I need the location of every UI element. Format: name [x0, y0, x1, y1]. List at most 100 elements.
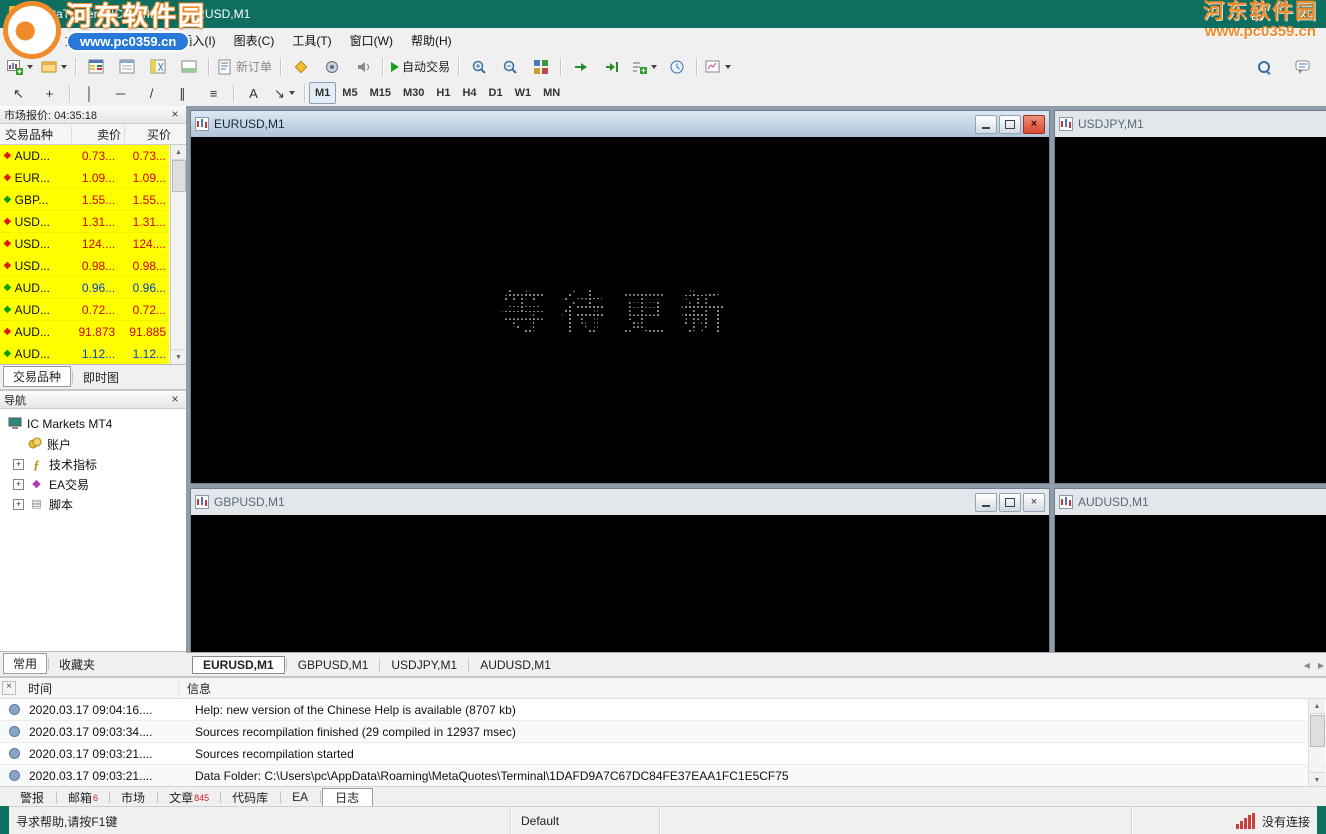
terminal-scrollbar[interactable]: ▲ ▼ [1308, 699, 1325, 787]
tile-windows-button[interactable] [525, 55, 556, 79]
minimize-button[interactable] [1188, 0, 1234, 28]
tab-common[interactable]: 常用 [3, 652, 48, 674]
chart-window-eurusd[interactable]: EURUSD,M1 × 等待更新 [190, 110, 1050, 484]
chat-icon[interactable] [1287, 55, 1318, 79]
market-row[interactable]: ◆ USD... 0.98... 0.98... [0, 255, 169, 277]
navigator-item-accounts[interactable]: 账户 [0, 434, 186, 454]
terminal-tab-articles[interactable]: 文章 845 [159, 788, 219, 807]
market-row[interactable]: ◆ AUD... 0.96... 0.96... [0, 277, 169, 299]
channel-tool-button[interactable]: ∥ [167, 81, 198, 105]
close-icon[interactable]: × [168, 393, 182, 406]
close-icon[interactable]: × [168, 108, 182, 121]
text-tool-button[interactable]: A [238, 81, 269, 105]
zoom-in-button[interactable] [463, 55, 494, 79]
chart-window-usdjpy[interactable]: USDJPY,M1 [1054, 110, 1326, 484]
chart-minimize-button[interactable] [975, 114, 997, 134]
scroll-up-icon[interactable]: ▲ [171, 145, 186, 160]
column-bid[interactable]: 卖价 [71, 125, 124, 143]
navigator-item-experts[interactable]: + ◆ EA交易 [0, 474, 186, 494]
menu-item-tools[interactable]: 工具(T) [283, 29, 340, 52]
column-time[interactable]: 时间 [0, 679, 179, 697]
title-bar[interactable]: MetaTrader 4 IC Markets - EURUSD,M1 × [0, 0, 1326, 28]
cursor-tool-button[interactable]: ↖ [3, 81, 34, 105]
scroll-down-icon[interactable]: ▼ [171, 349, 186, 364]
market-row[interactable]: ◆ GBP... 1.55... 1.55... [0, 189, 169, 211]
add-indicator-button[interactable] [627, 55, 661, 79]
timeframe-m1-button[interactable]: M1 [309, 82, 337, 104]
search-icon[interactable] [1248, 55, 1279, 79]
terminal-close-icon[interactable]: × [2, 681, 16, 695]
market-row[interactable]: ◆ AUD... 0.72... 0.72... [0, 299, 169, 321]
chart-title-bar[interactable]: GBPUSD,M1 × [191, 489, 1049, 515]
market-watch-toggle[interactable] [80, 55, 111, 79]
chart-canvas[interactable] [1055, 515, 1326, 652]
menu-item-insert[interactable]: 插入(I) [171, 29, 224, 52]
chart-close-button[interactable]: × [1023, 114, 1045, 134]
new-order-button[interactable]: 新订单 [213, 55, 276, 79]
tab-symbols[interactable]: 交易品种 [3, 365, 72, 387]
chart-tab-audusd[interactable]: AUDUSD,M1 [470, 656, 561, 674]
market-watch-header[interactable]: 市场报价: 04:35:18 × [0, 106, 186, 124]
chart-window-audusd[interactable]: AUDUSD,M1 [1054, 488, 1326, 652]
terminal-tab-experts[interactable]: EA [282, 789, 319, 805]
column-ask[interactable]: 买价 [124, 125, 174, 143]
chart-title-bar[interactable]: EURUSD,M1 × [191, 111, 1049, 137]
chart-title-bar[interactable]: AUDUSD,M1 [1055, 489, 1326, 515]
new-chart-button[interactable] [3, 55, 37, 79]
market-row[interactable]: ◆ USD... 1.31... 1.31... [0, 211, 169, 233]
chart-close-button[interactable]: × [1023, 492, 1045, 512]
market-watch-scrollbar[interactable]: ▲ ▼ [170, 145, 186, 364]
chart-minimize-button[interactable] [975, 492, 997, 512]
profiles-button[interactable] [37, 55, 71, 79]
arrows-tool-button[interactable]: ↘ [269, 81, 300, 105]
close-button[interactable]: × [1280, 0, 1326, 28]
expand-icon[interactable]: + [13, 478, 24, 490]
market-row[interactable]: ◆ AUD... 1.12... 1.12... [0, 343, 169, 364]
column-symbol[interactable]: 交易品种 [0, 126, 71, 143]
navigator-root[interactable]: IC Markets MT4 [0, 414, 186, 434]
terminal-tab-journal[interactable]: 日志 [322, 787, 374, 807]
timeframe-h1-button[interactable]: H1 [430, 82, 456, 104]
chart-tab-eurusd[interactable]: EURUSD,M1 [192, 656, 285, 674]
expand-icon[interactable]: + [13, 458, 24, 470]
period-clock-button[interactable] [661, 55, 692, 79]
column-message[interactable]: 信息 [179, 680, 1326, 697]
tab-scroll-left-icon[interactable]: ◀ [1302, 659, 1312, 672]
chart-window-gbpusd[interactable]: GBPUSD,M1 × 等待更新 [190, 488, 1050, 652]
tab-favorites[interactable]: 收藏夹 [50, 654, 104, 675]
expand-icon[interactable]: + [13, 498, 24, 510]
maximize-button[interactable] [1234, 0, 1280, 28]
horizontal-line-tool-button[interactable]: ─ [105, 81, 136, 105]
market-watch-column-headers[interactable]: 交易品种 卖价 买价 [0, 124, 186, 145]
data-window-toggle[interactable] [111, 55, 142, 79]
navigator-header[interactable]: 导航 × [0, 391, 186, 409]
autotrading-button[interactable]: 自动交易 [387, 55, 454, 79]
menu-item-charts[interactable]: 图表(C) [225, 29, 284, 52]
timeframe-mn-button[interactable]: MN [537, 82, 566, 104]
status-profile[interactable]: Default [511, 807, 660, 834]
alerts-button[interactable] [347, 55, 378, 79]
zoom-out-button[interactable] [494, 55, 525, 79]
templates-button[interactable] [701, 55, 735, 79]
menu-item-view[interactable]: 显示(V) [113, 29, 171, 52]
chart-canvas[interactable]: 等待更新 [191, 515, 1049, 652]
strategy-tester-button[interactable] [316, 55, 347, 79]
market-row[interactable]: ◆ AUD... 0.73... 0.73... [0, 145, 169, 167]
metaeditor-button[interactable] [285, 55, 316, 79]
trendline-tool-button[interactable]: / [136, 81, 167, 105]
terminal-tab-market[interactable]: 市场 [111, 788, 156, 807]
terminal-tab-mailbox[interactable]: 邮箱 6 [58, 788, 108, 807]
timeframe-h4-button[interactable]: H4 [456, 82, 482, 104]
market-row[interactable]: ◆ AUD... 91.873 91.885 [0, 321, 169, 343]
status-connection[interactable]: 没有连接 [1132, 807, 1326, 834]
navigator-item-indicators[interactable]: + ƒ 技术指标 [0, 454, 186, 474]
tab-scroll-right-icon[interactable]: ▶ [1316, 659, 1326, 672]
journal-row[interactable]: 2020.03.17 09:03:34.... Sources recompil… [0, 721, 1326, 743]
chart-maximize-button[interactable] [999, 492, 1021, 512]
chart-canvas[interactable]: 等待更新 [191, 137, 1049, 483]
crosshair-tool-button[interactable]: + [34, 81, 65, 105]
tab-tick-chart[interactable]: 即时图 [74, 367, 128, 388]
scroll-up-icon[interactable]: ▲ [1309, 699, 1325, 714]
vertical-line-tool-button[interactable]: │ [74, 81, 105, 105]
market-row[interactable]: ◆ USD... 124.... 124.... [0, 233, 169, 255]
